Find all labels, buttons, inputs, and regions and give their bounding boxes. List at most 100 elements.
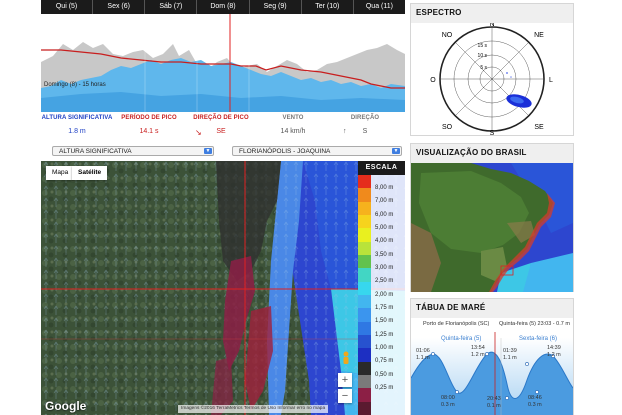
tide-high-time: 01:06 — [416, 348, 430, 354]
zoom-out-button[interactable]: − — [338, 389, 352, 403]
legend-swatch — [358, 388, 371, 402]
stat-label: VENTO — [282, 115, 304, 121]
day-tab[interactable]: Qui (5) — [41, 0, 94, 14]
tide-title: TÁBUA DE MARÉ — [416, 303, 486, 312]
stat-peak-direction: DIREÇÃO DE PICO ↘ SE — [185, 115, 257, 137]
stat-peak-period: PERÍODO DE PICO 14.1 s — [113, 115, 185, 135]
legend-swatch — [358, 255, 371, 269]
tide-high-time: 14:39 — [547, 345, 561, 351]
tide-high-time: 01:39 — [503, 348, 517, 354]
tide-high-level: 1.2 m — [547, 352, 561, 358]
tide-low-time: 08:00 — [441, 395, 455, 401]
tide-port: Porto de Florianópolis (SC) — [423, 321, 490, 327]
legend-swatch — [358, 281, 371, 295]
spectrum-panel: ESPECTRO NO N NE O L SO S SE 15 s 10 s 5… — [410, 3, 574, 136]
stat-value: 14 km/h — [280, 128, 306, 135]
variable-select-value: ALTURA SIGNIFICATIVA — [59, 148, 132, 155]
stat-value: SE — [216, 128, 226, 135]
forecast-graph[interactable] — [41, 14, 405, 112]
ring-label: 15 s — [478, 43, 488, 49]
stat-wind: VENTO 14 km/h — [257, 115, 329, 135]
legend-label: 0,25 m — [375, 385, 394, 391]
tide-high-level: 1.1 m — [503, 355, 517, 361]
legend-swatch — [358, 188, 371, 202]
forecast-panel: Qui (5) Sex (6) Sáb (7) Dom (8) Seg (9) … — [41, 0, 405, 140]
location-select-value: FLORIANÓPOLIS - JOAQUINA — [239, 148, 331, 155]
google-logo: Google — [45, 399, 87, 413]
direction-arrow-icon: ↘ — [195, 128, 202, 137]
stat-label: PERÍODO DE PICO — [121, 115, 177, 121]
brazil-map[interactable] — [411, 163, 573, 292]
map-attribution[interactable]: Imagens ©2016 TerraMetrics Termos de Uso… — [178, 405, 329, 413]
tide-now: Quinta-feira (5) 23:03 - 0.7 m — [499, 321, 570, 327]
day-tab[interactable]: Ter (10) — [302, 0, 354, 14]
stat-wave-height: ALTURA SIGNIFICATIVA 1.8 m — [41, 115, 113, 135]
brazil-title: VISUALIZAÇÃO DO BRASIL — [416, 148, 527, 157]
wave-map[interactable]: Mapa Satélite ESCALA 8,00 m 7,00 m 6,00 m5… — [41, 161, 405, 415]
legend-swatch — [358, 241, 371, 255]
map-type-map-button[interactable]: Mapa — [46, 166, 75, 180]
tide-low-time: 08:46 — [528, 395, 542, 401]
tide-panel: TÁBUA DE MARÉ Porto de Florianópolis (SC… — [410, 298, 574, 415]
day-tab[interactable]: Dom (8) — [197, 0, 250, 14]
compass-label: O — [430, 77, 436, 84]
day-tab[interactable]: Seg (9) — [250, 0, 302, 14]
tide-high-level: 1.2 m — [471, 352, 485, 358]
day-tab[interactable]: Sáb (7) — [145, 0, 198, 14]
tide-low-level: 0.1 m — [487, 403, 501, 409]
day-tab[interactable]: Qua (11) — [354, 0, 405, 14]
ring-label: 5 s — [480, 65, 487, 71]
legend-row: 0,25 m — [358, 385, 405, 402]
tide-day2: Sexta-feira (6) — [519, 336, 558, 342]
compass-label: L — [549, 77, 553, 84]
legend-swatch — [358, 228, 371, 242]
legend-swatch — [358, 335, 371, 349]
legend-swatch — [358, 268, 371, 282]
tide-day1: Quinta-feira (5) — [441, 336, 482, 342]
wind-arrow-icon: ↑ — [343, 128, 347, 135]
stat-label: DIREÇÃO DE PICO — [193, 115, 249, 121]
stat-label: ALTURA SIGNIFICATIVA — [41, 115, 113, 121]
compass-label: NO — [442, 32, 453, 39]
tide-low-time: 20:43 — [487, 396, 501, 402]
chevron-down-icon: ▼ — [392, 148, 400, 154]
stat-label: DIREÇÃO — [350, 115, 380, 121]
legend-title: ESCALA — [358, 161, 405, 175]
legend-swatch — [358, 308, 371, 322]
compass-label: N — [489, 23, 494, 28]
legend-swatch — [358, 175, 371, 189]
legend-swatch — [358, 361, 371, 375]
scale-legend: ESCALA 8,00 m 7,00 m 6,00 m 5,00 m 4,00 m 3,5… — [358, 161, 405, 415]
legend-swatch — [358, 215, 371, 229]
location-select[interactable]: FLORIANÓPOLIS - JOAQUINA ▼ — [232, 146, 402, 156]
stat-value: S — [362, 128, 368, 135]
compass-label: NE — [534, 32, 544, 39]
stat-value: 1.8 m — [68, 128, 86, 135]
tide-low-level: 0.3 m — [441, 402, 455, 408]
map-type-satellite-button[interactable]: Satélite — [72, 166, 108, 180]
legend-swatch — [358, 201, 371, 215]
legend-swatch — [358, 321, 371, 335]
legend-swatch — [358, 375, 371, 389]
zoom-in-button[interactable]: + — [338, 373, 352, 387]
brazil-panel: VISUALIZAÇÃO DO BRASIL — [410, 143, 574, 292]
variable-select[interactable]: ALTURA SIGNIFICATIVA ▼ — [52, 146, 214, 156]
spectrum-title: ESPECTRO — [416, 8, 462, 17]
ring-label: 10 s — [478, 53, 488, 59]
day-tabs: Qui (5) Sex (6) Sáb (7) Dom (8) Seg (9) … — [41, 0, 405, 14]
stat-value: 14.1 s — [139, 128, 159, 135]
legend-swatch — [358, 401, 371, 415]
pegman-icon[interactable] — [341, 351, 351, 365]
graph-tooltip: Domingo (8) - 15 horas — [44, 82, 106, 88]
stat-wind-direction: DIREÇÃO ↑ S — [329, 115, 401, 135]
chevron-down-icon: ▼ — [204, 148, 212, 154]
spectrum-polar-plot: NO N NE O L SO S SE 15 s 10 s 5 s — [411, 23, 573, 135]
compass-label: SE — [534, 124, 544, 131]
tide-low-level: 0.3 m — [528, 402, 542, 408]
legend-swatch — [358, 295, 371, 309]
tide-high-time: 13:54 — [471, 345, 485, 351]
tide-high-level: 1.1 m — [416, 355, 430, 361]
compass-label: S — [490, 130, 495, 135]
day-tab[interactable]: Sex (6) — [93, 0, 146, 14]
legend-swatch — [358, 348, 371, 362]
